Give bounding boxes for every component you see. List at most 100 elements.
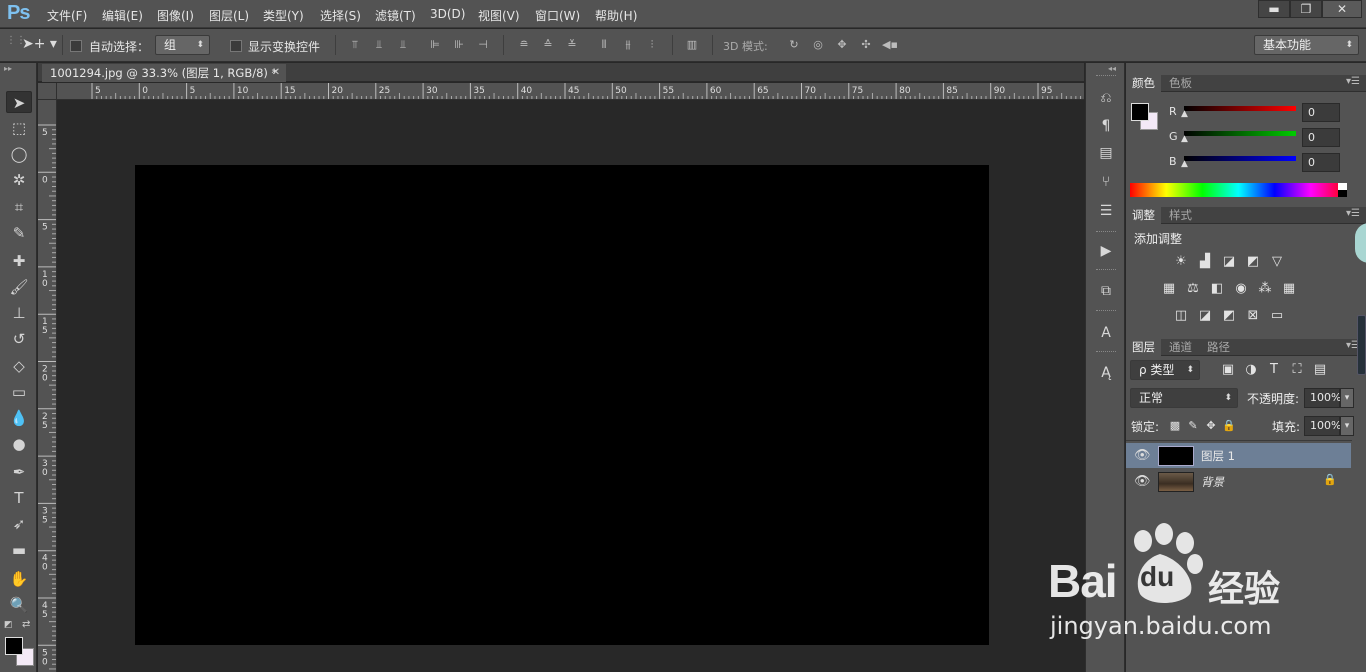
close-tab-icon[interactable]: ✕ bbox=[272, 64, 280, 82]
floating-widget[interactable] bbox=[1355, 223, 1366, 263]
document-canvas[interactable] bbox=[135, 165, 989, 645]
brightness-icon[interactable]: ☀ bbox=[1172, 254, 1190, 270]
tab-paths[interactable]: 路径 bbox=[1201, 339, 1236, 356]
levels-icon[interactable]: ▟ bbox=[1196, 254, 1214, 270]
paragraph-panel-icon[interactable]: ¶ bbox=[1095, 115, 1117, 137]
tab-channels[interactable]: 通道 bbox=[1163, 339, 1198, 356]
3d-roll-icon[interactable]: ◎ bbox=[810, 38, 826, 52]
show-transform-checkbox[interactable] bbox=[230, 40, 242, 52]
align-top-icon[interactable]: ⫪ bbox=[347, 38, 363, 52]
align-vcenter-icon[interactable]: ⫫ bbox=[371, 38, 387, 52]
exposure-icon[interactable]: ◩ bbox=[1244, 254, 1262, 270]
slider-thumb-icon[interactable]: ▲ bbox=[1181, 134, 1188, 144]
distribute-bottom-icon[interactable]: ≚ bbox=[564, 38, 580, 52]
menu-layer[interactable]: 图层(L) bbox=[209, 7, 249, 24]
character-panel-icon[interactable]: A bbox=[1095, 322, 1117, 344]
filter-adjustment-icon[interactable]: ◑ bbox=[1242, 362, 1260, 378]
fill-field[interactable]: 100% bbox=[1304, 416, 1341, 436]
hue-saturation-icon[interactable]: ▦ bbox=[1160, 281, 1178, 297]
align-hcenter-icon[interactable]: ⊪ bbox=[451, 38, 467, 52]
auto-align-icon[interactable]: ▥ bbox=[684, 38, 700, 52]
history-brush-tool-icon[interactable]: ↺ bbox=[6, 328, 32, 350]
white-swatch[interactable] bbox=[1338, 183, 1347, 190]
gradient-map-icon[interactable]: ▭ bbox=[1268, 308, 1286, 324]
expand-icon[interactable]: ◂◂ bbox=[1108, 64, 1116, 73]
curves-icon[interactable]: ◪ bbox=[1220, 254, 1238, 270]
collapse-icon[interactable]: ▸▸ bbox=[4, 64, 12, 73]
healing-brush-tool-icon[interactable]: ✚ bbox=[6, 250, 32, 272]
black-swatch[interactable] bbox=[1338, 190, 1347, 197]
hand-tool-icon[interactable]: ✋ bbox=[6, 568, 32, 590]
auto-select-dropdown[interactable]: 组 ⬍ bbox=[155, 35, 210, 55]
layer-row-background[interactable]: 👁 背景 🔒 bbox=[1126, 469, 1351, 494]
tab-color[interactable]: 颜色 bbox=[1126, 75, 1161, 92]
rectangle-tool-icon[interactable]: ▬ bbox=[6, 539, 32, 561]
type-tool-icon[interactable]: T bbox=[6, 487, 32, 509]
marquee-tool-icon[interactable]: ⬚ bbox=[6, 117, 32, 139]
vertical-ruler[interactable]: 505101520253035404550 bbox=[38, 100, 57, 672]
filter-type-icon[interactable]: T bbox=[1265, 362, 1283, 378]
distribute-top-icon[interactable]: ≘ bbox=[516, 38, 532, 52]
lock-image-icon[interactable]: ✎ bbox=[1184, 418, 1202, 434]
path-selection-tool-icon[interactable]: ➶ bbox=[6, 513, 32, 535]
filter-pixel-icon[interactable]: ▣ bbox=[1219, 362, 1237, 378]
foreground-color-swatch[interactable] bbox=[5, 637, 23, 655]
pen-tool-icon[interactable]: ✒ bbox=[6, 461, 32, 483]
slider-thumb-icon[interactable]: ▲ bbox=[1181, 109, 1188, 119]
move-tool-preset-icon[interactable]: ➤+ ▾ bbox=[22, 36, 57, 52]
g-value-field[interactable]: 0 bbox=[1302, 128, 1340, 147]
color-balance-icon[interactable]: ⚖ bbox=[1184, 281, 1202, 297]
b-value-field[interactable]: 0 bbox=[1302, 153, 1340, 172]
tool-preset-panel-icon[interactable]: ☰ bbox=[1095, 200, 1117, 222]
slider-thumb-icon[interactable]: ▲ bbox=[1181, 159, 1188, 169]
panel-menu-icon[interactable]: ▾☰ bbox=[1346, 76, 1360, 87]
brush-tool-icon[interactable]: 🖌 bbox=[6, 276, 32, 298]
tab-swatches[interactable]: 色板 bbox=[1163, 75, 1198, 92]
actions-panel-icon[interactable]: ▶ bbox=[1095, 240, 1117, 262]
distribute-left-icon[interactable]: ⫴ bbox=[596, 38, 612, 52]
horizontal-ruler[interactable]: 5 0 5 10 15 20 25 30 35 40 45 50 55 60 65 70 75 80 85 90 95 bbox=[57, 83, 1084, 100]
selective-color-icon[interactable]: ⊠ bbox=[1244, 308, 1262, 324]
eraser-tool-icon[interactable]: ◇ bbox=[6, 355, 32, 377]
menu-image[interactable]: 图像(I) bbox=[157, 7, 194, 24]
menu-file[interactable]: 文件(F) bbox=[47, 7, 87, 24]
close-button[interactable]: ✕ bbox=[1322, 0, 1362, 18]
tab-adjustments[interactable]: 调整 bbox=[1126, 207, 1161, 224]
crop-tool-icon[interactable]: ⌗ bbox=[6, 196, 32, 218]
fill-dropdown-icon[interactable]: ▾ bbox=[1340, 416, 1354, 436]
distribute-vcenter-icon[interactable]: ≙ bbox=[540, 38, 556, 52]
photo-filter-icon[interactable]: ◉ bbox=[1232, 281, 1250, 297]
filter-smart-object-icon[interactable]: ▤ bbox=[1311, 362, 1329, 378]
history-panel-icon[interactable]: ⎌ bbox=[1095, 87, 1117, 109]
menu-view[interactable]: 视图(V) bbox=[478, 7, 520, 24]
auto-select-checkbox[interactable] bbox=[70, 40, 82, 52]
color-foreground-swatch[interactable] bbox=[1131, 103, 1149, 121]
color-lookup-icon[interactable]: ▦ bbox=[1280, 281, 1298, 297]
r-value-field[interactable]: 0 bbox=[1302, 103, 1340, 122]
vibrance-icon[interactable]: ▽ bbox=[1268, 254, 1286, 270]
distribute-hcenter-icon[interactable]: ⫵ bbox=[620, 38, 636, 52]
3d-drag-icon[interactable]: ✥ bbox=[834, 38, 850, 52]
menu-help[interactable]: 帮助(H) bbox=[595, 7, 637, 24]
properties-panel-icon[interactable]: ▤ bbox=[1095, 142, 1117, 164]
lock-position-icon[interactable]: ✥ bbox=[1202, 418, 1220, 434]
default-colors-icon[interactable]: ◩ bbox=[4, 620, 13, 630]
3d-slide-icon[interactable]: ✣ bbox=[858, 38, 874, 52]
ruler-origin[interactable] bbox=[38, 83, 57, 100]
menu-edit[interactable]: 编辑(E) bbox=[102, 7, 143, 24]
tab-layers[interactable]: 图层 bbox=[1126, 339, 1161, 356]
magic-wand-tool-icon[interactable]: ✲ bbox=[6, 169, 32, 191]
lock-all-icon[interactable]: 🔒 bbox=[1220, 418, 1238, 434]
channel-mixer-icon[interactable]: ⁂ bbox=[1256, 281, 1274, 297]
workspace-dropdown[interactable]: 基本功能 ⬍ bbox=[1254, 35, 1359, 55]
menu-3d[interactable]: 3D(D) bbox=[430, 7, 465, 21]
menu-filter[interactable]: 滤镜(T) bbox=[375, 7, 416, 24]
tab-styles[interactable]: 样式 bbox=[1163, 207, 1198, 224]
layer-filter-dropdown[interactable]: ρ 类型 ⬍ bbox=[1130, 360, 1200, 380]
distribute-right-icon[interactable]: ⫶ bbox=[644, 38, 660, 52]
character-styles-panel-icon[interactable]: Ą bbox=[1095, 362, 1117, 384]
invert-icon[interactable]: ◫ bbox=[1172, 308, 1190, 324]
r-slider[interactable] bbox=[1184, 106, 1296, 111]
clone-stamp-tool-icon[interactable]: ⊥ bbox=[6, 302, 32, 324]
visibility-eye-icon[interactable]: 👁 bbox=[1134, 448, 1151, 463]
